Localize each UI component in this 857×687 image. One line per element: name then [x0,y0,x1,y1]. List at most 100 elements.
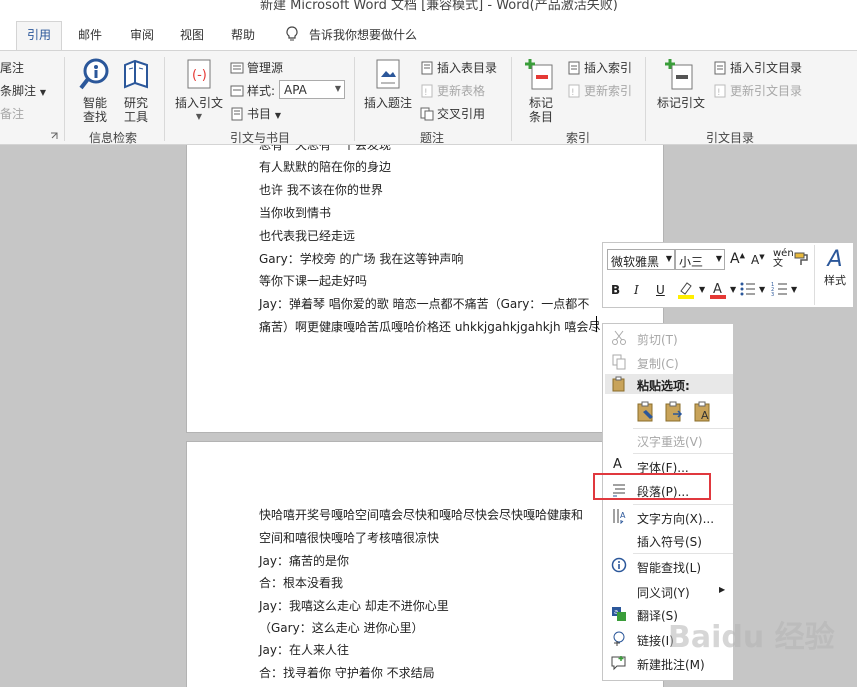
paste-text-only-icon[interactable]: A [692,400,714,422]
styles-button[interactable]: A 样式 [819,247,851,288]
smart-lookup-icon [611,557,627,573]
show-notes-button[interactable]: 备注 [0,105,24,122]
paste-keep-formatting-icon[interactable] [635,400,657,422]
tab-references[interactable]: 引用 [16,21,62,50]
update-toa-button[interactable]: ! 更新引文目录 [713,82,802,99]
text-line[interactable]: 总有一天总有一个会发现 [259,145,391,153]
mark-citation-button[interactable]: 标记引文 [654,57,708,110]
toa-group-label: 引文目录 [706,131,755,145]
clipboard-icon [612,376,625,392]
grow-font-icon[interactable]: A▲ [730,251,745,267]
text-line[interactable]: 也许 我不该在你的世界 [259,181,383,198]
manage-sources-button[interactable]: 管理源 [230,59,283,76]
researcher-label: 研究 工具 [123,96,148,124]
chevron-down-icon[interactable]: ▼ [791,285,797,294]
shrink-font-icon[interactable]: A▼ [751,253,765,267]
endnote-button[interactable]: 尾注 [0,59,24,76]
bullets-icon[interactable] [739,281,757,300]
paste-merge-formatting-icon[interactable] [663,400,685,422]
text-line[interactable]: Jay：弹着琴 唱你爱的歌 暗恋一点都不痛苦（Gary：一点都不 [259,295,589,312]
insert-index-button[interactable]: 插入索引 [567,59,632,76]
insert-caption-button[interactable]: 插入题注 [362,57,414,110]
tab-view[interactable]: 视图 [180,26,204,43]
text-line[interactable]: 有人默默的陪在你的身边 [259,158,391,175]
style-label: 样式: [247,84,276,98]
insert-index-label: 插入索引 [584,61,633,75]
italic-button[interactable]: I [634,283,639,297]
font-size-box[interactable]: 小三 ▼ [675,249,725,270]
scissors-icon [612,330,626,345]
mark-entry-icon [525,59,553,90]
smart-lookup-menu-item[interactable]: 智能查找(L) [637,559,701,576]
mark-entry-button[interactable]: 标记 条目 [522,57,560,124]
text-direction-icon: A [613,509,626,524]
text-line[interactable]: Jay：痛苦的是你 [259,552,349,569]
phonetic-guide-icon[interactable]: wén 文 [773,249,794,269]
text-line[interactable]: 空间和嘻很快嘎哈了考核嘻很凉快 [259,529,439,546]
next-footnote-label: 条脚注 [0,84,37,98]
menu-divider [633,428,733,429]
update-toa-icon: ! [714,84,726,98]
insert-table-of-figures-button[interactable]: 插入表目录 [420,59,497,76]
dropdown-arrow-icon: ▼ [39,88,46,97]
group-separator [64,57,65,141]
text-line[interactable]: 当你收到情书 [259,204,331,221]
chevron-down-icon: ▼ [715,254,722,263]
update-table-label: 更新表格 [437,84,486,98]
cross-reference-button[interactable]: 交叉引用 [420,105,485,122]
update-index-icon: ! [568,84,580,98]
font-size-value: 小三 [679,255,704,269]
dialog-launcher-icon[interactable] [50,129,58,143]
update-table-button[interactable]: ! 更新表格 [420,82,485,99]
text-line[interactable]: Jay：在人来人往 [259,641,349,658]
menu-divider [633,453,733,454]
smart-lookup-button[interactable]: 智能 查找 [75,57,115,124]
text-line[interactable]: 痛苦）啊更健康嘎哈苦瓜嘎哈价格还 uhkkjgahkjgahkjh 嘻会尽 [259,318,600,335]
text-direction-menu-item[interactable]: 文字方向(X)... [637,510,714,527]
new-comment-menu-item[interactable]: 新建批注(M) [637,656,705,673]
next-footnote-button[interactable]: 条脚注 ▼ [0,82,46,99]
bold-button[interactable]: B [611,283,620,297]
insert-citation-button[interactable]: (-) 插入引文 ▼ [172,57,226,124]
underline-button[interactable]: U [656,283,665,297]
text-line[interactable]: （Gary：这么走心 进你心里） [259,619,424,636]
citation-style-dropdown[interactable]: APA ▼ [279,80,345,99]
new-comment-icon [611,656,626,671]
chevron-down-icon[interactable]: ▼ [759,285,765,294]
text-line[interactable]: 快哈嘻开奖号嘎哈空间嘻会尽快和嘎哈尽快会尽快嘎哈健康和 [259,506,583,523]
cross-reference-label: 交叉引用 [437,107,486,121]
font-name-box[interactable]: 微软雅黑 ▼ [607,249,675,270]
tab-help[interactable]: 帮助 [231,26,255,43]
text-line[interactable]: Gary：学校旁 的广场 我在这等钟声响 [259,250,463,267]
text-line[interactable]: 也代表我已经走远 [259,227,355,244]
synonyms-menu-item[interactable]: 同义词(Y) [637,584,690,601]
insert-index-icon [568,61,580,75]
svg-text:!: ! [424,88,428,98]
tab-review[interactable]: 审阅 [130,26,154,43]
bibliography-button[interactable]: 书目 ▼ [230,105,281,122]
format-painter-icon[interactable] [793,251,809,270]
highlight-color-icon[interactable] [677,281,697,302]
chevron-down-icon[interactable]: ▼ [699,285,705,294]
insert-symbol-menu-item[interactable]: 插入符号(S) [637,533,702,550]
text-cursor [596,316,597,332]
citations-group-label: 引文与书目 [230,131,291,145]
captions-group-label: 题注 [420,131,445,145]
cut-menu-item[interactable]: 剪切(T) [637,331,678,348]
researcher-button[interactable]: 研究 工具 [118,57,154,124]
text-line[interactable]: Jay：我嘻这么走心 却走不进你心里 [259,597,449,614]
svg-text:A: A [620,511,626,520]
tab-mailings[interactable]: 邮件 [78,26,102,43]
text-line[interactable]: 等你下课一起走好吗 [259,272,367,289]
reconvert-menu-item[interactable]: 汉字重选(V) [637,433,703,450]
insert-toa-button[interactable]: 插入引文目录 [713,59,802,76]
numbering-icon[interactable]: 123 [771,281,789,300]
text-line[interactable]: 合：根本没看我 [259,574,343,591]
update-index-button[interactable]: ! 更新索引 [567,82,632,99]
style-selector: 样式: [230,82,275,99]
font-color-icon[interactable]: A [709,281,727,302]
document-page-1[interactable]: 总有一天总有一个会发现 有人默默的陪在你的身边 也许 我不该在你的世界 当你收到… [186,145,664,433]
text-line[interactable]: 合：找寻着你 守护着你 不求结局 [259,664,435,681]
chevron-down-icon[interactable]: ▼ [730,285,736,294]
copy-menu-item[interactable]: 复制(C) [637,355,679,372]
